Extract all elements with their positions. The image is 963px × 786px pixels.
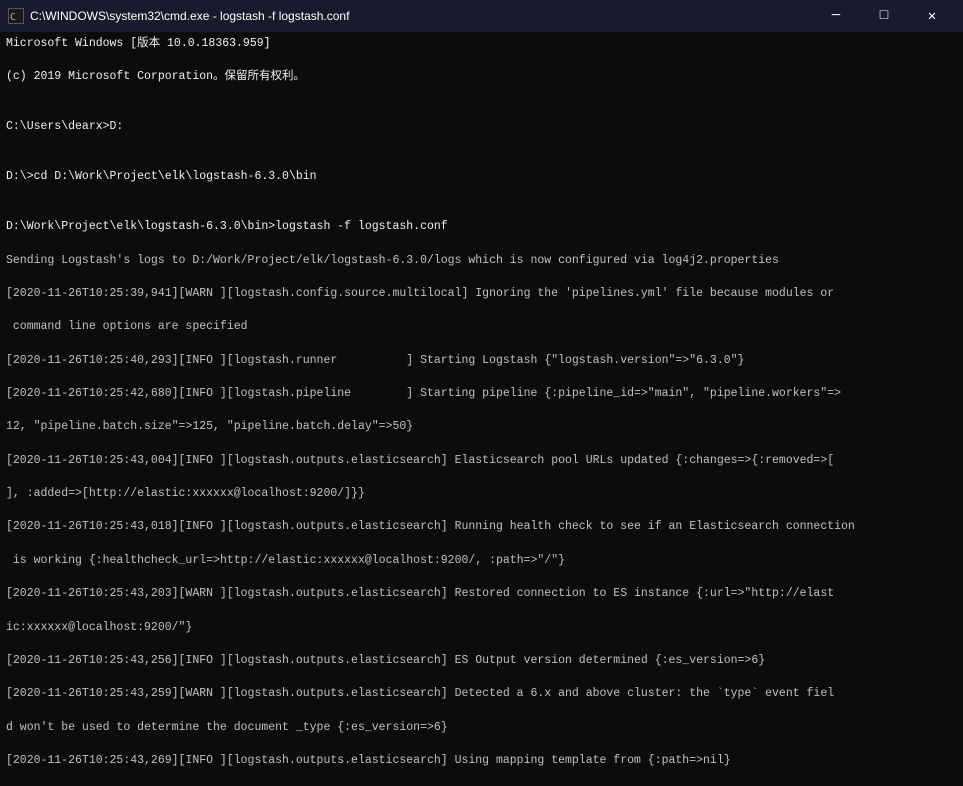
terminal-line: C:\Users\dearx>D: [6,119,957,136]
terminal-line: (c) 2019 Microsoft Corporation。保留所有权利。 [6,69,957,86]
close-button[interactable]: ✕ [909,0,955,32]
terminal-line: [2020-11-26T10:25:43,256][INFO ][logstas… [6,653,957,670]
maximize-button[interactable]: □ [861,0,907,32]
terminal-line: [2020-11-26T10:25:43,259][WARN ][logstas… [6,686,957,703]
terminal-line: [2020-11-26T10:25:43,269][INFO ][logstas… [6,753,957,770]
window-title: C:\WINDOWS\system32\cmd.exe - logstash -… [30,9,349,23]
terminal-line: d won't be used to determine the documen… [6,720,957,737]
terminal-line: D:\Work\Project\elk\logstash-6.3.0\bin>l… [6,219,957,236]
svg-text:C: C [10,12,16,23]
terminal-line: ], :added=>[http://elastic:xxxxxx@localh… [6,486,957,503]
terminal-line: command line options are specified [6,319,957,336]
title-bar: C C:\WINDOWS\system32\cmd.exe - logstash… [0,0,963,32]
terminal-line: Sending Logstash's logs to D:/Work/Proje… [6,253,957,270]
terminal-line: is working {:healthcheck_url=>http://ela… [6,553,957,570]
terminal-line: [2020-11-26T10:25:43,004][INFO ][logstas… [6,453,957,470]
terminal-line: D:\>cd D:\Work\Project\elk\logstash-6.3.… [6,169,957,186]
window-controls: ─ □ ✕ [813,0,955,32]
terminal-line: Microsoft Windows [版本 10.0.18363.959] [6,36,957,53]
terminal-line: [2020-11-26T10:25:43,203][WARN ][logstas… [6,586,957,603]
terminal-line: 12, "pipeline.batch.size"=>125, "pipelin… [6,419,957,436]
title-bar-left: C C:\WINDOWS\system32\cmd.exe - logstash… [8,8,349,24]
terminal-line: [2020-11-26T10:25:43,018][INFO ][logstas… [6,519,957,536]
terminal-output[interactable]: Microsoft Windows [版本 10.0.18363.959] (c… [0,32,963,786]
terminal-line: ic:xxxxxx@localhost:9200/"} [6,620,957,637]
window: C C:\WINDOWS\system32\cmd.exe - logstash… [0,0,963,786]
terminal-line: [2020-11-26T10:25:42,680][INFO ][logstas… [6,386,957,403]
minimize-button[interactable]: ─ [813,0,859,32]
cmd-icon: C [8,8,24,24]
terminal-line: [2020-11-26T10:25:40,293][INFO ][logstas… [6,353,957,370]
terminal-line: [2020-11-26T10:25:39,941][WARN ][logstas… [6,286,957,303]
